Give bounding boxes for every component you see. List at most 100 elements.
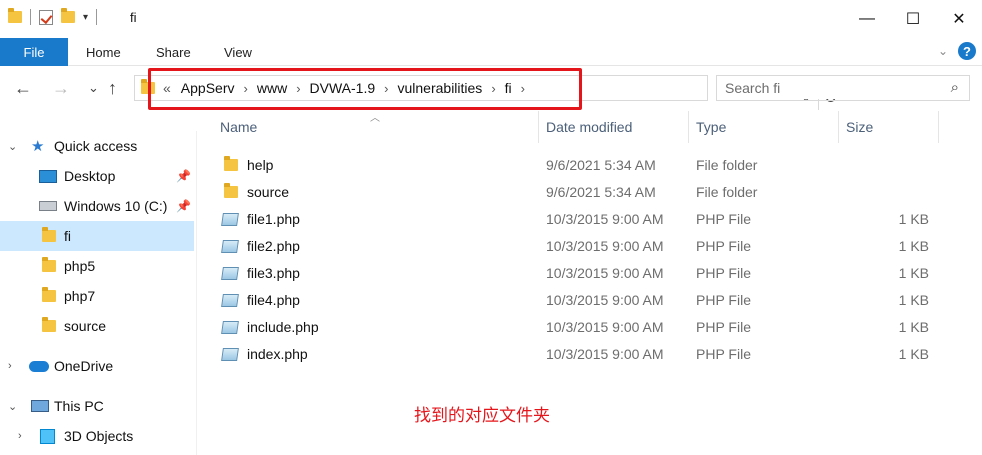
date-modified: 10/3/2015 9:00 AM bbox=[546, 319, 664, 335]
folder-icon bbox=[42, 257, 56, 272]
column-header-type[interactable]: Type bbox=[696, 111, 726, 143]
tab-view[interactable]: View bbox=[224, 38, 252, 66]
file-type: PHP File bbox=[696, 238, 751, 254]
sidebar-item-source[interactable]: source bbox=[0, 311, 194, 341]
chevron-down-icon[interactable]: ⌄ bbox=[8, 140, 17, 153]
ribbon-tabs: File Home Share View ⌄ ? bbox=[0, 38, 982, 66]
properties-icon[interactable] bbox=[39, 9, 53, 25]
table-row[interactable]: file1.php 10/3/2015 9:00 AM PHP File 1 K… bbox=[198, 206, 982, 233]
file-type: PHP File bbox=[696, 346, 751, 362]
file-name: include.php bbox=[247, 319, 319, 335]
sidebar-item-label: source bbox=[64, 318, 107, 334]
table-row[interactable]: file4.php 10/3/2015 9:00 AM PHP File 1 K… bbox=[198, 287, 982, 314]
date-modified: 9/6/2021 5:34 AM bbox=[546, 157, 656, 173]
file-type: PHP File bbox=[696, 265, 751, 281]
date-modified: 10/3/2015 9:00 AM bbox=[546, 292, 664, 308]
sidebar-item-quick-access[interactable]: ⌄ ★ Quick access bbox=[0, 131, 194, 161]
expand-ribbon-icon[interactable]: ⌄ bbox=[938, 44, 948, 58]
pin-icon[interactable]: 📌 bbox=[176, 199, 191, 213]
sidebar-item-label: fi bbox=[64, 228, 71, 244]
column-divider[interactable] bbox=[538, 111, 539, 143]
column-divider[interactable] bbox=[838, 111, 839, 143]
date-modified: 10/3/2015 9:00 AM bbox=[546, 211, 664, 227]
chevron-down-icon[interactable]: ⌄ bbox=[8, 400, 17, 413]
customize-toolbar-dropdown[interactable]: ▾ bbox=[83, 12, 88, 23]
sidebar-item-fi[interactable]: fi bbox=[0, 221, 194, 251]
maximize-button[interactable]: ☐ bbox=[890, 0, 936, 38]
file-name: index.php bbox=[247, 346, 308, 362]
file-name: file3.php bbox=[247, 265, 300, 281]
search-input[interactable] bbox=[725, 77, 935, 99]
sidebar-item-label: Windows 10 (C:) bbox=[64, 198, 168, 214]
address-highlight-box bbox=[148, 68, 582, 110]
column-divider[interactable] bbox=[688, 111, 689, 143]
date-modified: 9/6/2021 5:34 AM bbox=[546, 184, 656, 200]
new-folder-icon[interactable] bbox=[61, 8, 75, 23]
table-row[interactable]: include.php 10/3/2015 9:00 AM PHP File 1… bbox=[198, 314, 982, 341]
file-name: help bbox=[247, 157, 274, 173]
sidebar-item-label: 3D Objects bbox=[64, 428, 134, 444]
php-file-icon bbox=[221, 213, 239, 226]
table-row[interactable]: help 9/6/2021 5:34 AM File folder bbox=[198, 152, 982, 179]
php-file-icon bbox=[221, 267, 239, 280]
pin-icon[interactable]: 📌 bbox=[176, 169, 191, 183]
minimize-button[interactable]: — bbox=[844, 0, 890, 38]
search-icon[interactable]: ⌕ bbox=[951, 79, 959, 96]
cube-icon bbox=[40, 428, 55, 444]
table-row[interactable]: file2.php 10/3/2015 9:00 AM PHP File 1 K… bbox=[198, 233, 982, 260]
file-name: file2.php bbox=[247, 238, 300, 254]
file-size: 1 KB bbox=[898, 211, 929, 227]
table-row[interactable]: source 9/6/2021 5:34 AM File folder bbox=[198, 179, 982, 206]
file-type: PHP File bbox=[696, 319, 751, 335]
sidebar-item-desktop[interactable]: Desktop 📌 bbox=[0, 161, 194, 191]
title-bar: ▾ fi — ☐ ✕ bbox=[0, 0, 982, 38]
sidebar-item-windows-10[interactable]: Windows 10 (C:) 📌 bbox=[0, 191, 194, 221]
file-size: 1 KB bbox=[898, 346, 929, 362]
divider bbox=[30, 9, 31, 25]
sidebar-item-label: Desktop bbox=[64, 168, 116, 184]
cloud-icon bbox=[29, 360, 49, 372]
sidebar-item-php5[interactable]: php5 bbox=[0, 251, 194, 281]
file-type: File folder bbox=[696, 157, 758, 173]
column-header-date-modified[interactable]: Date modified bbox=[546, 111, 632, 143]
chevron-right-icon[interactable]: › bbox=[8, 360, 12, 372]
tab-share[interactable]: Share bbox=[156, 38, 191, 66]
file-size: 1 KB bbox=[898, 292, 929, 308]
php-file-icon bbox=[221, 348, 239, 361]
table-row[interactable]: file3.php 10/3/2015 9:00 AM PHP File 1 K… bbox=[198, 260, 982, 287]
search-box: ⌕ bbox=[716, 75, 970, 101]
desktop-icon bbox=[39, 169, 57, 183]
column-header-name[interactable]: Name bbox=[220, 111, 257, 143]
sidebar-item-onedrive[interactable]: › OneDrive bbox=[0, 351, 194, 381]
folder-icon bbox=[8, 8, 22, 23]
date-modified: 10/3/2015 9:00 AM bbox=[546, 265, 664, 281]
up-button[interactable]: ↑ bbox=[108, 78, 117, 99]
column-header-size[interactable]: Size bbox=[846, 111, 873, 143]
back-button[interactable]: ← bbox=[14, 78, 32, 99]
table-row[interactable]: index.php 10/3/2015 9:00 AM PHP File 1 K… bbox=[198, 341, 982, 368]
close-button[interactable]: ✕ bbox=[936, 0, 982, 38]
help-icon[interactable]: ? bbox=[958, 42, 976, 60]
tab-home[interactable]: Home bbox=[86, 38, 121, 66]
file-name: file1.php bbox=[247, 211, 300, 227]
php-file-icon bbox=[221, 294, 239, 307]
tab-file[interactable]: File bbox=[0, 38, 68, 66]
folder-icon bbox=[42, 287, 56, 302]
php-file-icon bbox=[221, 321, 239, 334]
sidebar-item-php7[interactable]: php7 bbox=[0, 281, 194, 311]
computer-icon bbox=[31, 400, 49, 412]
sidebar-item-label: Quick access bbox=[54, 138, 138, 154]
php-file-icon bbox=[221, 240, 239, 253]
file-name: file4.php bbox=[247, 292, 300, 308]
sidebar-item-3d-objects[interactable]: › 3D Objects bbox=[0, 421, 194, 451]
sidebar-item-label: This PC bbox=[54, 398, 104, 414]
sidebar-item-label: php7 bbox=[64, 288, 96, 304]
file-name: source bbox=[247, 184, 290, 200]
column-divider[interactable] bbox=[938, 111, 939, 143]
recent-locations-button[interactable]: ⌄ bbox=[88, 80, 99, 96]
forward-button[interactable]: → bbox=[52, 78, 70, 99]
chevron-right-icon[interactable]: › bbox=[18, 430, 22, 442]
sidebar-item-this-pc[interactable]: ⌄ This PC bbox=[0, 391, 194, 421]
file-size: 1 KB bbox=[898, 265, 929, 281]
date-modified: 10/3/2015 9:00 AM bbox=[546, 238, 664, 254]
